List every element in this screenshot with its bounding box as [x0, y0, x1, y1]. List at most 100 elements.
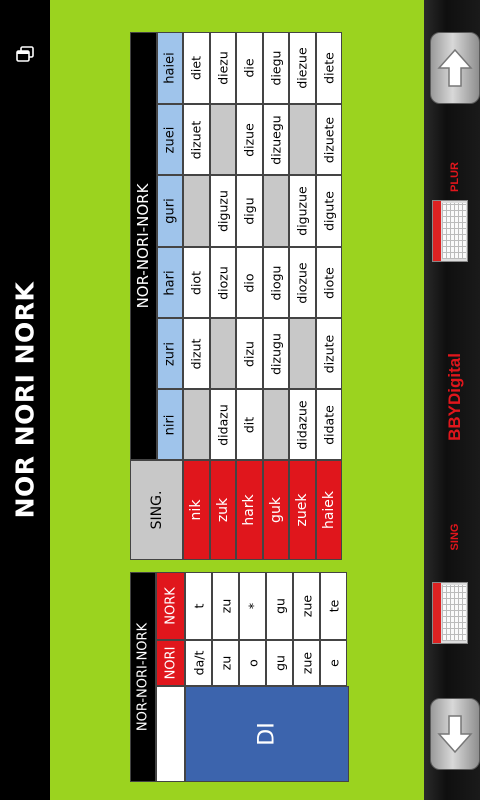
table-cell: diezue — [289, 32, 316, 104]
table-cell-text: diete — [321, 52, 337, 84]
row-label-text: guk — [267, 497, 284, 523]
table-cell — [209, 104, 236, 175]
table-cell: diezu — [209, 32, 236, 104]
table-cell-text: dizu — [241, 340, 257, 367]
small-table-header: NOR-NORI-NORK — [130, 572, 156, 782]
table-cell-text: dizut — [188, 338, 204, 369]
small-table-nori-cell-text: da/t — [191, 650, 206, 676]
copy-icon[interactable] — [16, 46, 34, 62]
table-cell: diete — [315, 32, 342, 104]
table-cell: didazue — [289, 389, 316, 460]
row-label-text: zuek — [294, 493, 311, 527]
row-label: guk — [262, 460, 289, 560]
small-table-nori-cell-text: e — [326, 659, 341, 667]
table-cell-text: diguzue — [294, 186, 310, 236]
brand-label: BBYDigital — [445, 353, 464, 441]
table-cell — [262, 175, 289, 247]
small-table-nori-cell: e — [320, 640, 347, 686]
arrow-up-icon — [437, 48, 473, 87]
row-label: zuek — [289, 460, 316, 560]
table-header-text: NOR-NORI-NORK — [134, 183, 153, 309]
small-table-nork-cell: t — [185, 572, 212, 640]
table-corner: SING. — [130, 460, 183, 560]
small-table-di-text: DI — [254, 722, 280, 746]
table-cell-text: dit — [241, 416, 257, 433]
singular-table-thumbnail[interactable] — [432, 582, 468, 644]
small-table-nork-cell: * — [239, 572, 266, 640]
small-table-nori-cell: zu — [212, 640, 239, 686]
table-cell: diogu — [262, 247, 289, 318]
column-header-text: hari — [162, 269, 178, 296]
row-label: hark — [236, 460, 263, 560]
small-table-nork-cell: gu — [266, 572, 293, 640]
table-cell-text: diezu — [215, 51, 231, 85]
row-label: nik — [183, 460, 210, 560]
table-cell: dizue — [236, 104, 263, 175]
column-header: hari — [156, 247, 183, 318]
table-cell-text: didazue — [294, 399, 310, 450]
table-cell: digute — [315, 175, 342, 247]
small-table-nori-cell: gu — [266, 640, 293, 686]
table-cell: dit — [236, 389, 263, 460]
column-header-text: haiei — [162, 52, 178, 84]
next-button[interactable] — [430, 32, 480, 104]
plural-label[interactable]: PLUR — [449, 162, 461, 192]
small-table-col-nori-text: NORI — [163, 646, 178, 680]
small-table-nori-cell: o — [239, 640, 266, 686]
column-header-text: zuri — [162, 341, 178, 366]
table-cell-text: didazu — [215, 403, 231, 446]
column-header-text: zuei — [162, 126, 178, 153]
table-cell-text: dizute — [321, 334, 337, 373]
small-table-nori-cell-text: o — [245, 659, 260, 667]
table-cell: diozu — [209, 247, 236, 318]
column-header: zuei — [156, 104, 183, 175]
plural-table-thumbnail[interactable] — [432, 200, 468, 262]
table-cell-text: diet — [188, 56, 204, 80]
table-cell-text: dizue — [241, 122, 257, 157]
table-cell-text: didate — [321, 404, 337, 445]
table-cell-text: dizuete — [321, 116, 337, 163]
table-cell: diot — [183, 247, 210, 318]
table-cell-text: digu — [241, 197, 257, 225]
column-header-text: niri — [162, 414, 178, 435]
small-table-nork-cell: zue — [293, 572, 320, 640]
table-cell: diozue — [289, 247, 316, 318]
small-table-col-nori: NORI — [156, 640, 185, 686]
table-cell-text: diegu — [268, 50, 284, 86]
table-cell: diet — [183, 32, 210, 104]
row-label: zuk — [209, 460, 236, 560]
table-cell: diote — [315, 247, 342, 318]
column-header-text: guri — [162, 198, 178, 224]
small-table-nork-cell-text: * — [245, 602, 260, 610]
singular-label[interactable]: SING — [449, 524, 461, 551]
table-cell: didate — [315, 389, 342, 460]
table-cell — [289, 104, 316, 175]
small-table-di: DI — [185, 686, 349, 782]
previous-button[interactable] — [430, 698, 480, 770]
column-header: haiei — [156, 32, 183, 104]
table-cell-text: diote — [321, 266, 337, 299]
table-cell: dizut — [183, 318, 210, 389]
table-cell: dizuet — [183, 104, 210, 175]
table-cell — [209, 318, 236, 389]
small-table-nork-cell: te — [320, 572, 347, 640]
title-bar: NOR NORI NORK — [0, 0, 50, 800]
table-cell — [183, 175, 210, 247]
small-table-nori-cell: da/t — [185, 640, 212, 686]
table-cell — [262, 389, 289, 460]
table-cell-text: diguzu — [215, 190, 231, 232]
table-cell-text: diozue — [294, 261, 310, 304]
small-table-nori-cell-text: gu — [272, 655, 287, 671]
table-cell: dizu — [236, 318, 263, 389]
small-table-nork-cell: zu — [212, 572, 239, 640]
table-corner-text: SING. — [148, 490, 165, 530]
table-cell-text: dizuegu — [268, 114, 284, 165]
small-table-col-nork-text: NORK — [163, 587, 178, 625]
small-table-col-nork: NORK — [156, 572, 185, 640]
table-cell-text: diot — [188, 270, 204, 295]
column-header: guri — [156, 175, 183, 247]
arrow-down-icon — [437, 715, 473, 754]
small-table-nori-cell-text: zu — [218, 655, 233, 671]
table-cell: diguzue — [289, 175, 316, 247]
table-cell-text: diezue — [294, 47, 310, 89]
